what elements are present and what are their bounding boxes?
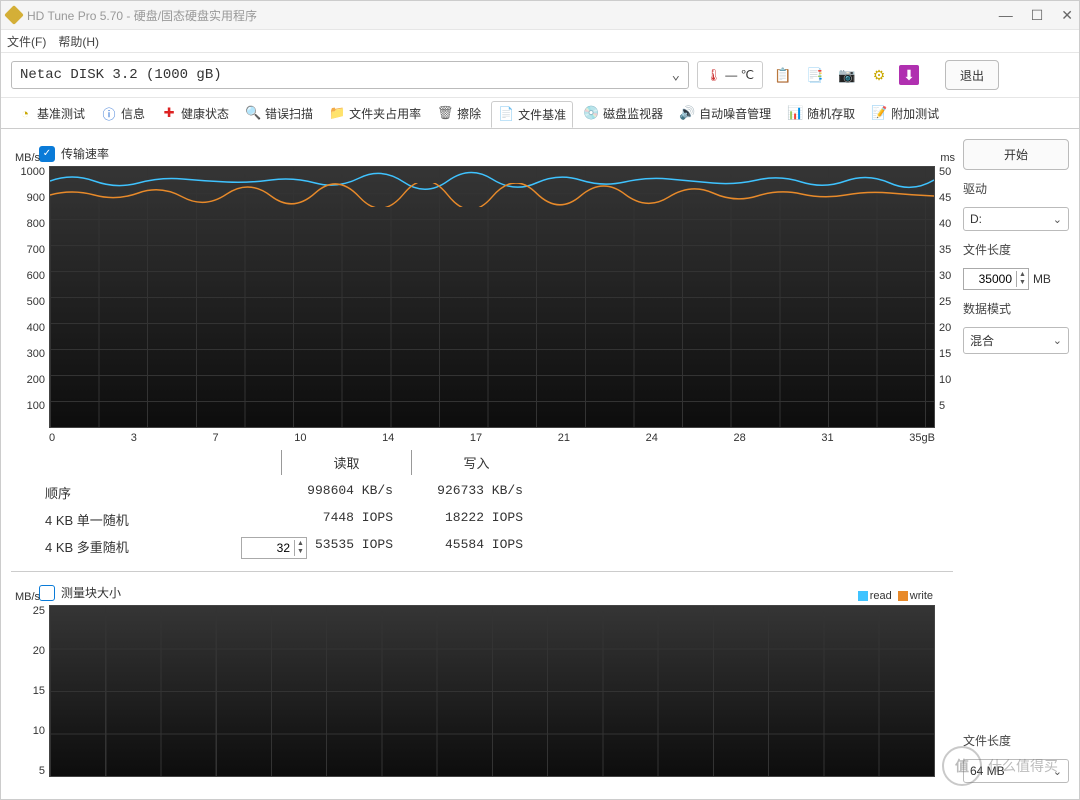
- menu-file[interactable]: 文件(F): [7, 33, 46, 50]
- filelen-unit: MB: [1033, 272, 1051, 286]
- settings-icon[interactable]: ⚙: [867, 63, 891, 87]
- minimize-button[interactable]: —: [999, 7, 1013, 24]
- disk-icon: 💿: [583, 105, 599, 121]
- toolbar: Netac DISK 3.2 (1000 gB) ⌄ 🌡 — ℃ 📋 📑 📷 ⚙…: [1, 53, 1079, 98]
- filelen-spinner[interactable]: ▲▼: [963, 268, 1029, 290]
- temperature-value: — ℃: [725, 68, 754, 82]
- results-table: 读取 写入 顺序 998604 KB/s 926733 KB/s 4 KB 单一…: [41, 450, 953, 559]
- transfer-chart: MB/s ms 1000900800700600500400300200100 …: [49, 166, 935, 444]
- filelen2-select[interactable]: 64 MB⌄: [963, 759, 1069, 783]
- y-axis-right: 5045403530252015105: [939, 166, 959, 426]
- drive-letter-select[interactable]: D:⌄: [963, 207, 1069, 231]
- chevron-down-icon: ⌄: [1053, 213, 1062, 226]
- menu-help[interactable]: 帮助(H): [58, 33, 99, 50]
- titlebar: HD Tune Pro 5.70 - 硬盘/固态硬盘实用程序 — ☐ ✕: [1, 1, 1079, 30]
- temperature-display: 🌡 — ℃: [697, 61, 763, 89]
- tab-filebench[interactable]: 📄文件基准: [491, 101, 573, 128]
- y-axis-left: 1000900800700600500400300200100: [15, 166, 45, 426]
- file-icon: 📄: [498, 106, 514, 122]
- filelen-input[interactable]: [964, 272, 1016, 286]
- tabbar: ◔基准测试 ⓘ信息 ✚健康状态 🔍错误扫描 📁文件夹占用率 🗑擦除 📄文件基准 …: [1, 98, 1079, 129]
- thermometer-icon: 🌡: [706, 68, 721, 82]
- magnifier-icon: 🔍: [245, 105, 261, 121]
- speaker-icon: 🔊: [679, 105, 695, 121]
- health-icon: ✚: [161, 105, 177, 121]
- gauge-icon: ◔: [17, 105, 33, 121]
- divider: [11, 571, 953, 572]
- mode-label: 数据模式: [963, 300, 1069, 317]
- col-write: 写入: [411, 450, 541, 475]
- chart-icon: 📊: [787, 105, 803, 121]
- write-swatch-icon: [898, 591, 908, 601]
- x-axis: 0371014172124283135gB: [49, 432, 935, 444]
- y-axis-left-unit: MB/s: [15, 152, 40, 164]
- read-swatch-icon: [858, 591, 868, 601]
- blocksize-chart: MB/s 252015105 read write: [49, 605, 935, 777]
- maximize-button[interactable]: ☐: [1031, 7, 1044, 24]
- tab-benchmark[interactable]: ◔基准测试: [11, 101, 91, 126]
- list-icon: 📝: [871, 105, 887, 121]
- mode-select[interactable]: 混合⌄: [963, 327, 1069, 354]
- window-title: HD Tune Pro 5.70 - 硬盘/固态硬盘实用程序: [27, 7, 999, 24]
- row-4kb-single: 4 KB 单一随机: [41, 510, 241, 529]
- col-read: 读取: [281, 450, 411, 475]
- blocksize-label: 测量块大小: [61, 584, 121, 601]
- transfer-rate-label: 传输速率: [61, 145, 109, 162]
- row-4kb-multi: 4 KB 多重随机: [41, 537, 241, 559]
- row-sequential: 顺序: [41, 483, 241, 502]
- filelen2-label: 文件长度: [963, 732, 1069, 749]
- copy-info-icon[interactable]: 📑: [803, 63, 827, 87]
- tab-errorscan[interactable]: 🔍错误扫描: [239, 101, 319, 126]
- tab-folder[interactable]: 📁文件夹占用率: [323, 101, 427, 126]
- exit-button[interactable]: 退出: [945, 60, 999, 90]
- checkbox-unchecked-icon: ✓: [39, 585, 55, 601]
- drive-selected-label: Netac DISK 3.2 (1000 gB): [20, 67, 222, 83]
- spinner-arrows-icon[interactable]: ▲▼: [1016, 271, 1028, 287]
- tab-extra[interactable]: 📝附加测试: [865, 101, 945, 126]
- copy-text-icon[interactable]: 📋: [771, 63, 795, 87]
- close-button[interactable]: ✕: [1061, 7, 1073, 24]
- side-panel: 开始 驱动 D:⌄ 文件长度 ▲▼ MB 数据模式 混合⌄ 文件长度 64 MB…: [963, 129, 1079, 799]
- tab-random[interactable]: 📊随机存取: [781, 101, 861, 126]
- tab-monitor[interactable]: 💿磁盘监视器: [577, 101, 669, 126]
- chevron-down-icon: ⌄: [672, 67, 680, 84]
- chevron-down-icon: ⌄: [1053, 765, 1062, 778]
- drive-label: 驱动: [963, 180, 1069, 197]
- menubar: 文件(F) 帮助(H): [1, 30, 1079, 53]
- tab-health[interactable]: ✚健康状态: [155, 101, 235, 126]
- drive-selector[interactable]: Netac DISK 3.2 (1000 gB) ⌄: [11, 61, 689, 89]
- chart2-legend: read write: [858, 590, 933, 602]
- app-icon: [4, 5, 24, 25]
- transfer-rate-checkbox[interactable]: ✓ 传输速率: [39, 145, 953, 162]
- tab-aam[interactable]: 🔊自动噪音管理: [673, 101, 777, 126]
- chart2-y-axis: 252015105: [15, 605, 45, 777]
- save-icon[interactable]: ⬇: [899, 65, 919, 85]
- y-axis-right-unit: ms: [940, 152, 955, 164]
- write-series-line: [50, 183, 934, 207]
- info-icon: ⓘ: [101, 105, 117, 121]
- chart2-y-unit: MB/s: [15, 591, 40, 603]
- tab-erase[interactable]: 🗑擦除: [431, 101, 487, 126]
- tab-info[interactable]: ⓘ信息: [95, 101, 151, 126]
- chevron-down-icon: ⌄: [1053, 334, 1062, 347]
- start-button[interactable]: 开始: [963, 139, 1069, 170]
- screenshot-icon[interactable]: 📷: [835, 63, 859, 87]
- trash-icon: 🗑: [437, 105, 453, 121]
- blocksize-checkbox[interactable]: ✓ 测量块大小: [39, 584, 953, 601]
- filelen-label: 文件长度: [963, 241, 1069, 258]
- checkbox-checked-icon: ✓: [39, 146, 55, 162]
- folder-icon: 📁: [329, 105, 345, 121]
